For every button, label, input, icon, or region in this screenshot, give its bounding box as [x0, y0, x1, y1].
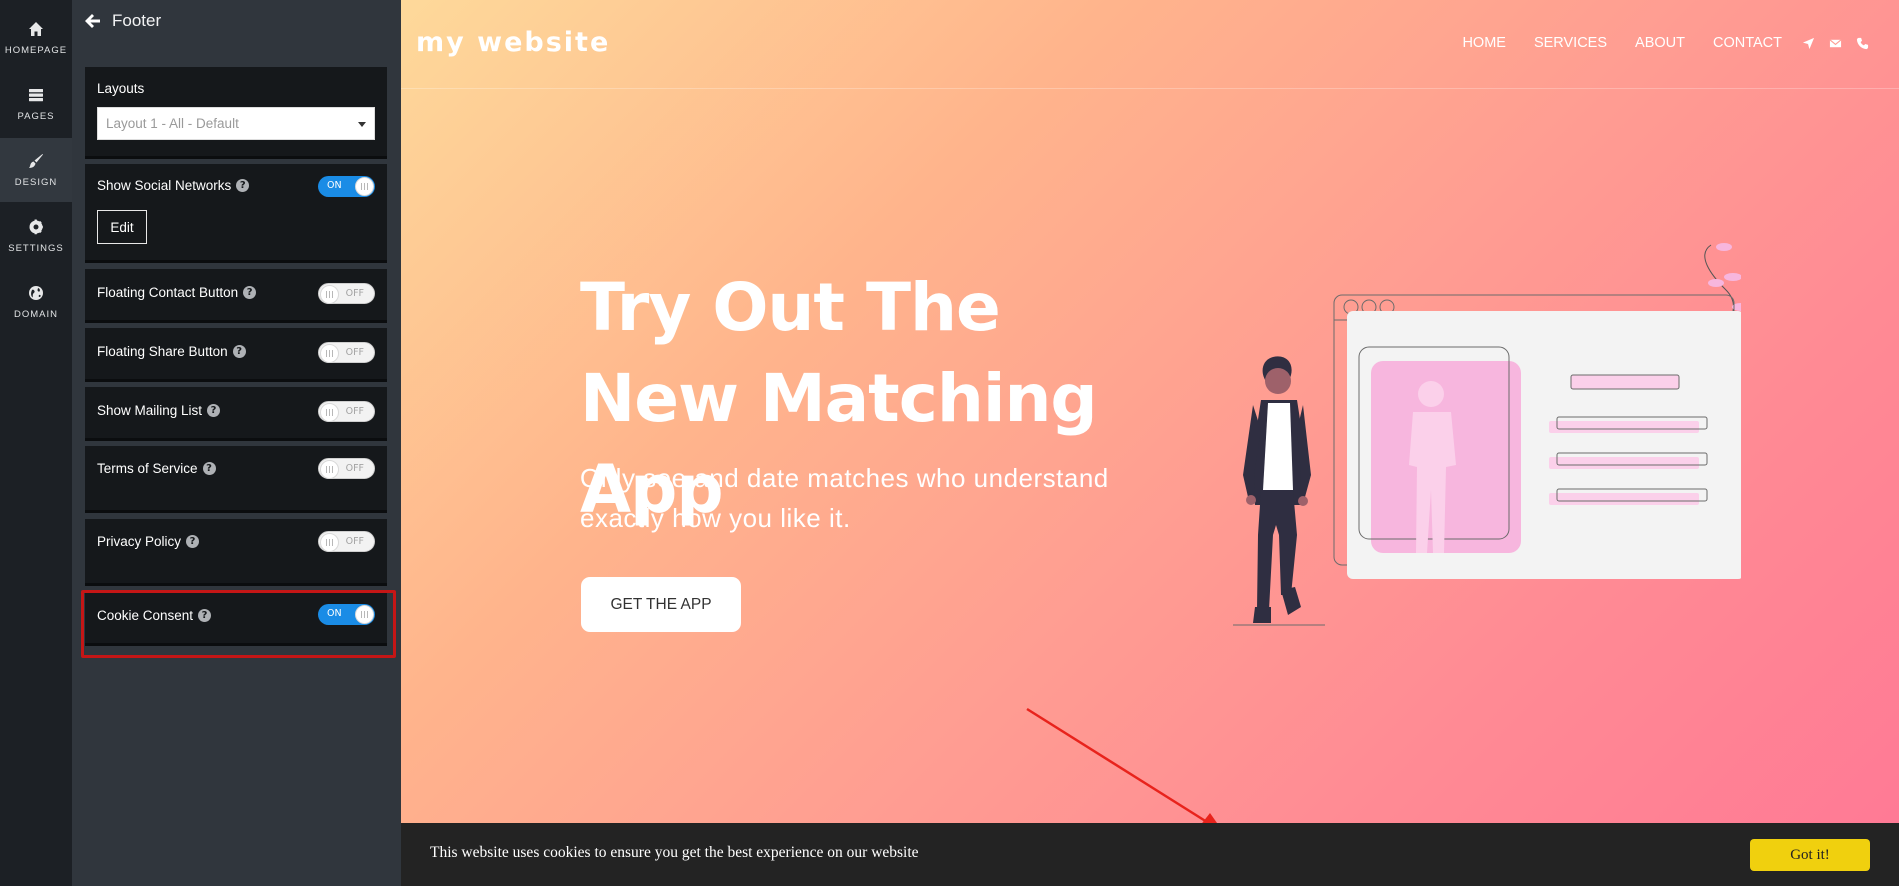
toggle-knob: [320, 285, 339, 304]
help-icon[interactable]: ?: [236, 179, 250, 192]
back-button[interactable]: Footer: [84, 8, 161, 34]
floating-share-card: Floating Share Button ? OFF: [85, 328, 387, 382]
toggle-knob: [355, 177, 374, 196]
floating-share-toggle[interactable]: OFF: [318, 342, 375, 363]
floating-share-label: Floating Share Button ?: [97, 344, 246, 359]
social-networks-label-text: Show Social Networks: [97, 178, 232, 193]
toggle-state: OFF: [345, 536, 364, 547]
social-networks-toggle[interactable]: ON: [318, 176, 375, 197]
toggle-state: OFF: [345, 288, 364, 299]
rail-item-homepage[interactable]: HOMEPAGE: [0, 6, 72, 70]
help-icon[interactable]: ?: [207, 404, 221, 417]
floating-contact-label-text: Floating Contact Button: [97, 285, 239, 300]
help-icon[interactable]: ?: [243, 286, 257, 299]
toggle-knob: [320, 344, 339, 363]
rail-label-domain: DOMAIN: [14, 308, 58, 320]
toggle-state: ON: [327, 180, 342, 191]
terms-card: Terms of Service ? OFF: [85, 446, 387, 513]
social-networks-label: Show Social Networks ?: [97, 178, 250, 193]
toggle-knob: [320, 533, 339, 552]
rail-label-design: DESIGN: [14, 176, 58, 188]
icon-rail: HOMEPAGE PAGES DESIGN SETTINGS DOMAIN: [0, 0, 72, 886]
rail-label-settings: SETTINGS: [8, 242, 64, 254]
terms-label: Terms of Service ?: [97, 461, 216, 476]
terms-toggle[interactable]: OFF: [318, 458, 375, 479]
privacy-card: Privacy Policy ? OFF: [85, 519, 387, 586]
help-icon[interactable]: ?: [186, 535, 200, 548]
floating-contact-toggle[interactable]: OFF: [318, 283, 375, 304]
toggle-knob: [320, 460, 339, 479]
privacy-label: Privacy Policy ?: [97, 534, 200, 549]
layouts-label: Layouts: [97, 81, 145, 96]
cookie-consent-bar: This website uses cookies to ensure you …: [401, 823, 1899, 886]
pages-icon: [29, 88, 43, 101]
edit-social-button[interactable]: Edit: [97, 210, 147, 244]
toggle-state: OFF: [345, 347, 364, 358]
floating-contact-card: Floating Contact Button ? OFF: [85, 269, 387, 323]
settings-panel: Footer Layouts Layout 1 - All - Default …: [72, 0, 401, 886]
toggle-knob: [320, 403, 339, 422]
rail-item-design[interactable]: DESIGN: [0, 138, 72, 202]
website-preview: my website HOME SERVICES ABOUT CONTACT T…: [401, 0, 1899, 886]
annotation-arrow: [1026, 707, 1224, 833]
cookie-accept-button[interactable]: Got it!: [1750, 839, 1870, 871]
rail-item-settings[interactable]: SETTINGS: [0, 204, 72, 268]
panel-title: Footer: [112, 11, 162, 30]
mailing-list-toggle[interactable]: OFF: [318, 401, 375, 422]
social-networks-card: Show Social Networks ? ON Edit: [85, 164, 387, 263]
help-icon[interactable]: ?: [232, 345, 246, 358]
layouts-select-value: Layout 1 - All - Default: [106, 116, 239, 131]
floating-contact-label: Floating Contact Button ?: [97, 285, 257, 300]
mailing-list-card: Show Mailing List ? OFF: [85, 387, 387, 441]
brush-icon: [29, 153, 43, 168]
gear-icon: [29, 218, 43, 234]
chevron-down-icon: [358, 122, 366, 127]
cookie-consent-highlight-box: [81, 590, 396, 658]
globe-icon: [29, 285, 43, 300]
toggle-state: OFF: [345, 406, 364, 417]
home-icon: [29, 21, 43, 36]
mailing-list-label-text: Show Mailing List: [97, 403, 203, 418]
cookie-consent-text: This website uses cookies to ensure you …: [430, 844, 919, 861]
rail-label-homepage: HOMEPAGE: [4, 44, 68, 56]
toggle-state: OFF: [345, 463, 364, 474]
rail-label-pages: PAGES: [17, 110, 55, 122]
layouts-select[interactable]: Layout 1 - All - Default: [97, 107, 375, 140]
rail-item-domain[interactable]: DOMAIN: [0, 270, 72, 334]
help-icon[interactable]: ?: [202, 462, 216, 475]
privacy-label-text: Privacy Policy: [97, 534, 182, 549]
terms-label-text: Terms of Service: [97, 461, 198, 476]
floating-share-label-text: Floating Share Button: [97, 344, 228, 359]
privacy-toggle[interactable]: OFF: [318, 531, 375, 552]
arrow-left-icon: [85, 14, 100, 28]
mailing-list-label: Show Mailing List ?: [97, 403, 221, 418]
rail-item-pages[interactable]: PAGES: [0, 72, 72, 136]
layouts-card: Layouts Layout 1 - All - Default: [85, 67, 387, 159]
